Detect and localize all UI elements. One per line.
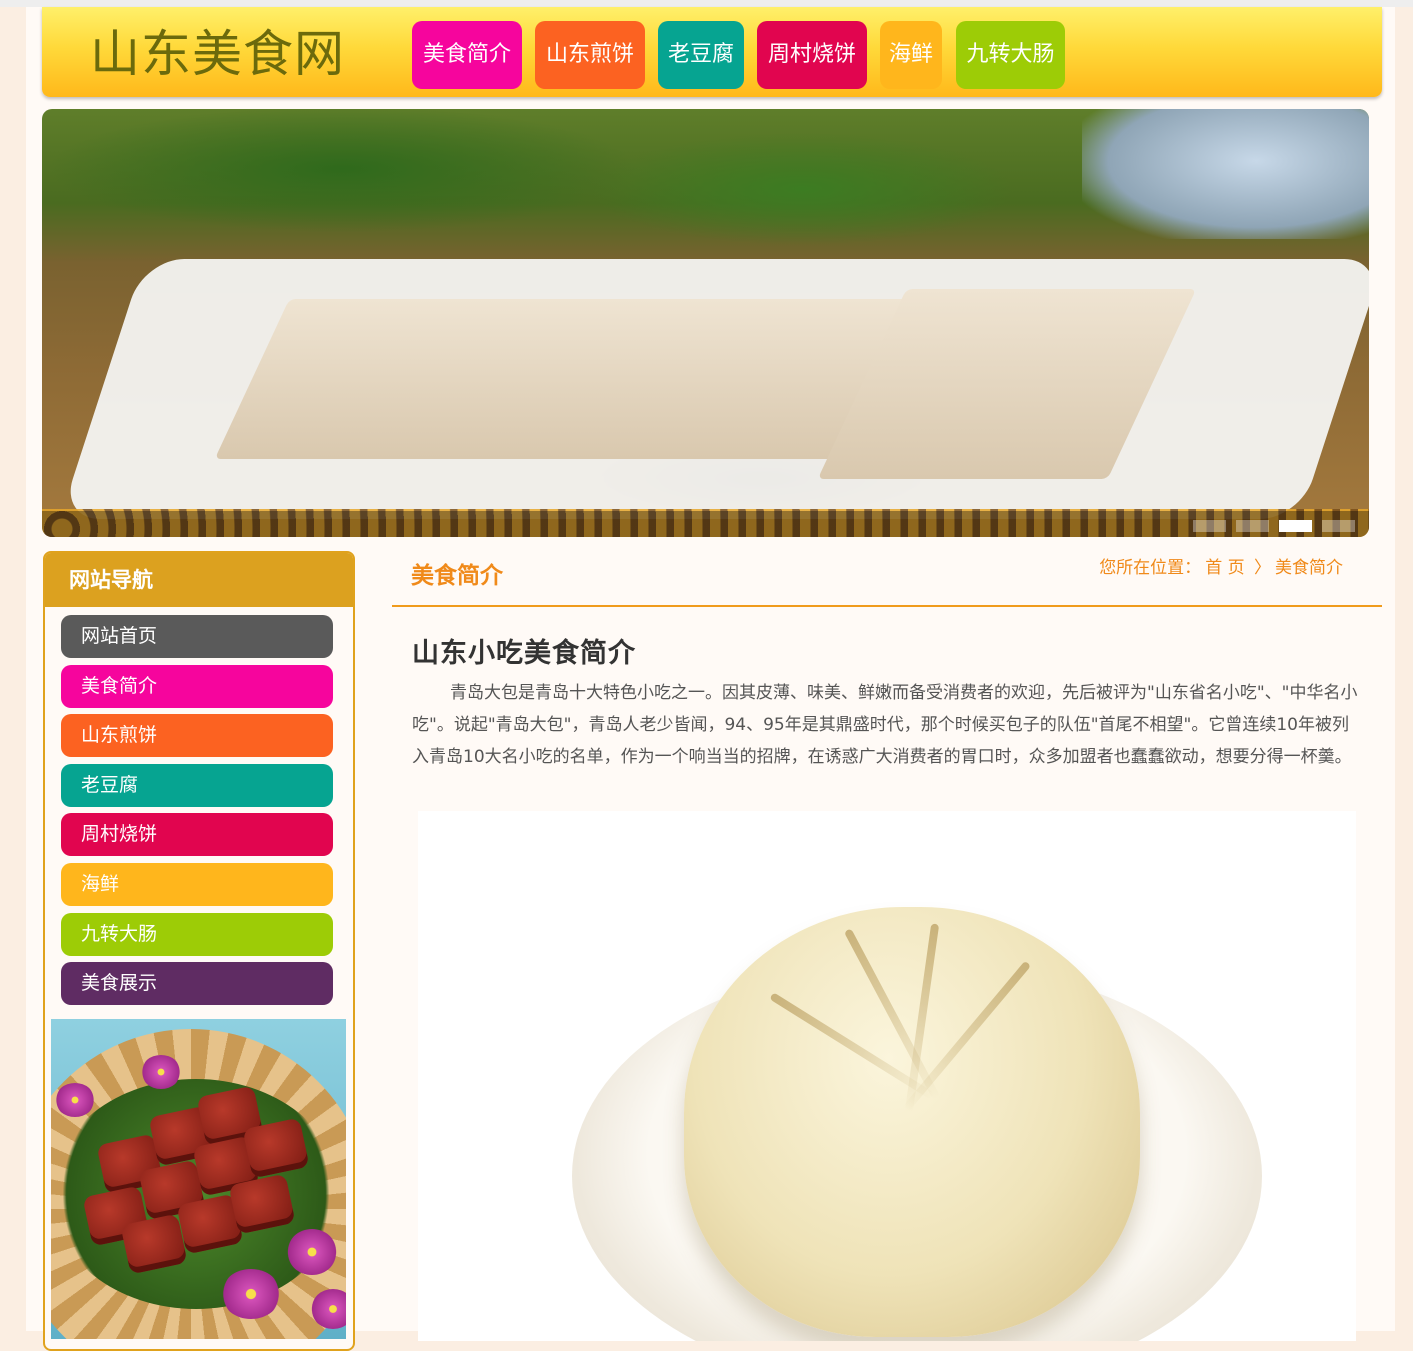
article-title: 山东小吃美食简介 <box>412 638 636 669</box>
page-container: 山东美食网 美食简介 山东煎饼 老豆腐 周村烧饼 海鲜 九转大肠 网站导航 网站… <box>26 7 1395 1351</box>
sidebar-title: 网站导航 <box>45 553 353 607</box>
banner-image-greens <box>42 109 1042 259</box>
article-body: 青岛大包是青岛十大特色小吃之一。因其皮薄、味美、鲜嫩而备受消费者的欢迎，先后被评… <box>412 683 1358 767</box>
sidebar-item-dachang[interactable]: 九转大肠 <box>61 912 333 956</box>
site-logo[interactable]: 山东美食网 <box>90 19 345 89</box>
breadcrumb-home-link[interactable]: 首 页 <box>1205 558 1244 578</box>
sidebar-food-image <box>51 1019 346 1339</box>
top-nav-item-shaobing[interactable]: 周村烧饼 <box>757 21 867 89</box>
top-nav-item-dachang[interactable]: 九转大肠 <box>956 21 1065 89</box>
main-content: 美食简介 您所在位置：首 页 〉美食简介 山东小吃美食简介 青岛大包是青岛十大特… <box>392 551 1382 1341</box>
banner-dot-4[interactable] <box>1322 520 1355 532</box>
sidebar-item-home[interactable]: 网站首页 <box>61 615 333 658</box>
banner-image-sky <box>1082 109 1369 239</box>
banner-dot-3[interactable] <box>1278 520 1312 532</box>
bun-shape <box>684 907 1140 1337</box>
breadcrumb: 您所在位置：首 页 〉美食简介 <box>1097 553 1345 578</box>
top-nav-item-seafood[interactable]: 海鲜 <box>880 21 942 89</box>
site-header: 山东美食网 美食简介 山东煎饼 老豆腐 周村烧饼 海鲜 九转大肠 <box>42 7 1382 97</box>
top-nav-item-tofu[interactable]: 老豆腐 <box>658 21 744 89</box>
breadcrumb-separator: 〉 <box>1254 558 1271 578</box>
top-nav-item-jianbing[interactable]: 山东煎饼 <box>535 21 645 89</box>
content-header: 美食简介 您所在位置：首 页 〉美食简介 <box>392 551 1382 607</box>
breadcrumb-prefix: 您所在位置： <box>1099 558 1202 578</box>
banner-caption-bar <box>42 511 1369 537</box>
sidebar-item-shaobing[interactable]: 周村烧饼 <box>61 813 333 857</box>
top-nav-item-intro[interactable]: 美食简介 <box>412 21 522 89</box>
sidebar-item-tofu[interactable]: 老豆腐 <box>61 763 333 807</box>
banner-slider[interactable] <box>42 109 1369 537</box>
sidebar-item-seafood[interactable]: 海鲜 <box>61 862 333 906</box>
banner-pagination <box>1188 517 1355 536</box>
orchid-flower <box>287 1229 337 1275</box>
banner-dot-1[interactable] <box>1192 520 1226 532</box>
sidebar-item-jianbing[interactable]: 山东煎饼 <box>61 714 333 758</box>
sidebar: 网站导航 网站首页 美食简介 山东煎饼 老豆腐 周村烧饼 海鲜 九转大肠 美食展… <box>43 551 355 1351</box>
section-title: 美食简介 <box>411 563 503 589</box>
browser-top-line <box>0 0 1413 7</box>
orchid-flower <box>221 1269 281 1319</box>
sidebar-nav: 网站首页 美食简介 山东煎饼 老豆腐 周村烧饼 海鲜 九转大肠 美食展示 <box>61 615 333 1012</box>
orchid-flower <box>55 1083 95 1117</box>
article-image-baozi <box>418 811 1356 1341</box>
breadcrumb-current: 美食简介 <box>1275 558 1343 578</box>
orchid-flower <box>141 1055 181 1089</box>
sidebar-item-intro[interactable]: 美食简介 <box>61 664 333 708</box>
banner-dot-2[interactable] <box>1235 520 1269 532</box>
sidebar-item-gallery[interactable]: 美食展示 <box>61 962 333 1006</box>
